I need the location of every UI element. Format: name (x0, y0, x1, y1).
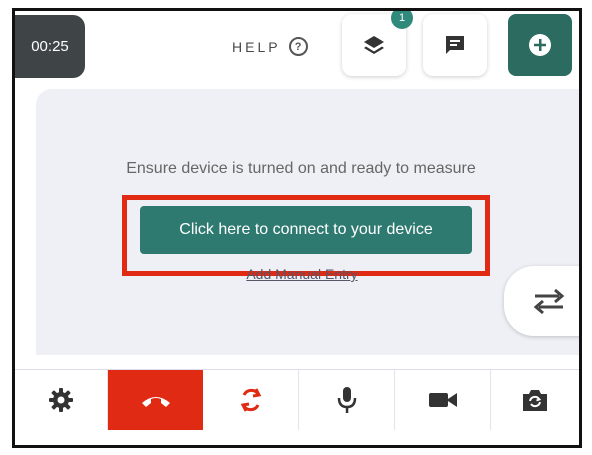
help-icon: ? (288, 37, 308, 56)
add-manual-entry-link[interactable]: Add Manual Entry (36, 266, 568, 282)
refresh-icon (240, 388, 261, 412)
device-panel: Ensure device is turned on and ready to … (36, 89, 579, 355)
instruction-text: Ensure device is turned on and ready to … (126, 160, 476, 177)
help-label: HELP (232, 38, 281, 55)
top-bar: 00:25 HELP ? 1 (15, 11, 579, 89)
end-call-icon (141, 397, 170, 407)
call-timer: 00:25 (15, 15, 85, 78)
help-link[interactable]: HELP ? (232, 37, 308, 56)
call-controls-bar (15, 369, 579, 430)
connect-device-button[interactable]: Click here to connect to your device (140, 206, 472, 254)
chat-button[interactable] (423, 14, 487, 76)
app-frame: 00:25 HELP ? 1 Ensure device is turned o… (12, 8, 582, 448)
layers-badge: 1 (391, 11, 413, 29)
chat-icon (446, 36, 464, 54)
video-camera-icon (428, 393, 457, 407)
add-button[interactable] (508, 14, 572, 76)
end-call-button[interactable] (108, 370, 203, 430)
add-icon (529, 34, 551, 56)
refresh-button[interactable] (203, 370, 299, 430)
switch-camera-button[interactable] (491, 370, 579, 430)
microphone-icon (337, 387, 356, 413)
layers-icon (364, 36, 384, 54)
video-button[interactable] (395, 370, 491, 430)
switch-camera-icon (523, 390, 547, 411)
swap-button[interactable] (504, 266, 579, 336)
settings-button[interactable] (15, 370, 108, 430)
gear-icon (49, 388, 73, 412)
swap-arrows-icon (533, 288, 565, 315)
microphone-button[interactable] (299, 370, 395, 430)
